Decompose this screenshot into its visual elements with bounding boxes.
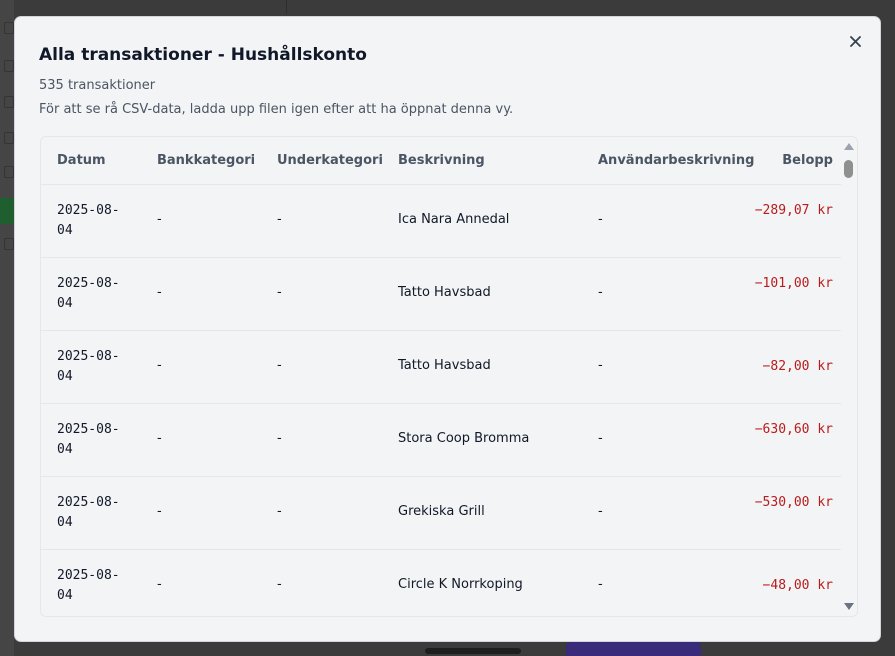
column-header-bank-category: Bankkategori: [157, 153, 256, 168]
table-row: 2025-08-04 - - Circle K Norrkoping - −48…: [41, 550, 841, 616]
subcategory-cell: -: [277, 577, 282, 592]
close-button[interactable]: [846, 32, 864, 50]
user-description-cell: -: [598, 212, 603, 227]
user-description-cell: -: [598, 358, 603, 373]
background-text: [425, 648, 521, 654]
background-sidebar-icon: [4, 60, 14, 72]
date-cell: 2025-08-04: [57, 349, 120, 384]
column-header-amount: Belopp: [782, 153, 833, 168]
scroll-down-arrow-icon[interactable]: [844, 603, 854, 610]
amount-cell: −630,60 kr: [754, 422, 833, 437]
bank-category-cell: -: [157, 358, 162, 373]
table-row: 2025-08-04 - - Tatto Havsbad - −82,00 kr: [41, 331, 841, 404]
scroll-up-arrow-icon[interactable]: [844, 143, 854, 150]
user-description-cell: -: [598, 577, 603, 592]
column-header-user-description: Användarbeskrivning: [598, 153, 755, 168]
date-cell: 2025-08-04: [57, 276, 120, 311]
table-row: 2025-08-04 - - Stora Coop Bromma - −630,…: [41, 404, 841, 477]
transaction-count: 535 transaktioner: [39, 78, 156, 93]
description-cell: Grekiska Grill: [398, 504, 485, 519]
description-cell: Circle K Norrkoping: [398, 577, 523, 592]
bank-category-cell: -: [157, 504, 162, 519]
background-divider: [286, 0, 287, 14]
background-sidebar-icon: [4, 22, 14, 34]
subcategory-cell: -: [277, 431, 282, 446]
user-description-cell: -: [598, 285, 603, 300]
bank-category-cell: -: [157, 577, 162, 592]
bank-category-cell: -: [157, 285, 162, 300]
bank-category-cell: -: [157, 212, 162, 227]
transactions-modal: Alla transaktioner - Hushållskonto 535 t…: [14, 16, 881, 642]
amount-cell: −289,07 kr: [754, 203, 833, 218]
background-sidebar-icon: [4, 132, 14, 144]
scrollbar-thumb[interactable]: [844, 160, 853, 178]
background-active-item: [0, 198, 14, 224]
modal-title: Alla transaktioner - Hushållskonto: [39, 45, 367, 65]
subcategory-cell: -: [277, 212, 282, 227]
bank-category-cell: -: [157, 431, 162, 446]
subcategory-cell: -: [277, 285, 282, 300]
background-sidebar-icon: [4, 96, 14, 108]
table-row: 2025-08-04 - - Tatto Havsbad - −101,00 k…: [41, 258, 841, 331]
amount-cell: −82,00 kr: [762, 359, 833, 374]
table-header: Datum Bankkategori Underkategori Beskriv…: [41, 137, 841, 185]
background-sidebar-icon: [4, 238, 14, 250]
description-cell: Tatto Havsbad: [398, 285, 491, 300]
amount-cell: −48,00 kr: [762, 578, 833, 593]
transactions-table: Datum Bankkategori Underkategori Beskriv…: [40, 136, 858, 617]
background-sidebar-icon: [4, 166, 14, 178]
close-icon: [849, 35, 861, 47]
table-row: 2025-08-04 - - Ica Nara Annedal - −289,0…: [41, 185, 841, 258]
date-cell: 2025-08-04: [57, 203, 120, 238]
date-cell: 2025-08-04: [57, 495, 120, 530]
user-description-cell: -: [598, 504, 603, 519]
description-cell: Ica Nara Annedal: [398, 212, 510, 227]
date-cell: 2025-08-04: [57, 422, 120, 457]
subcategory-cell: -: [277, 504, 282, 519]
description-cell: Tatto Havsbad: [398, 358, 491, 373]
background-primary-button: [566, 642, 701, 656]
column-header-description: Beskrivning: [398, 153, 485, 168]
subcategory-cell: -: [277, 358, 282, 373]
table-row: 2025-08-04 - - Grekiska Grill - −530,00 …: [41, 477, 841, 550]
table-scrollbar[interactable]: [841, 137, 857, 616]
column-header-subcategory: Underkategori: [277, 153, 383, 168]
date-cell: 2025-08-04: [57, 568, 120, 603]
description-cell: Stora Coop Bromma: [398, 431, 530, 446]
column-header-date: Datum: [57, 153, 106, 168]
amount-cell: −101,00 kr: [754, 276, 833, 291]
user-description-cell: -: [598, 431, 603, 446]
csv-hint-text: För att se rå CSV-data, ladda upp filen …: [39, 102, 514, 117]
amount-cell: −530,00 kr: [754, 495, 833, 510]
